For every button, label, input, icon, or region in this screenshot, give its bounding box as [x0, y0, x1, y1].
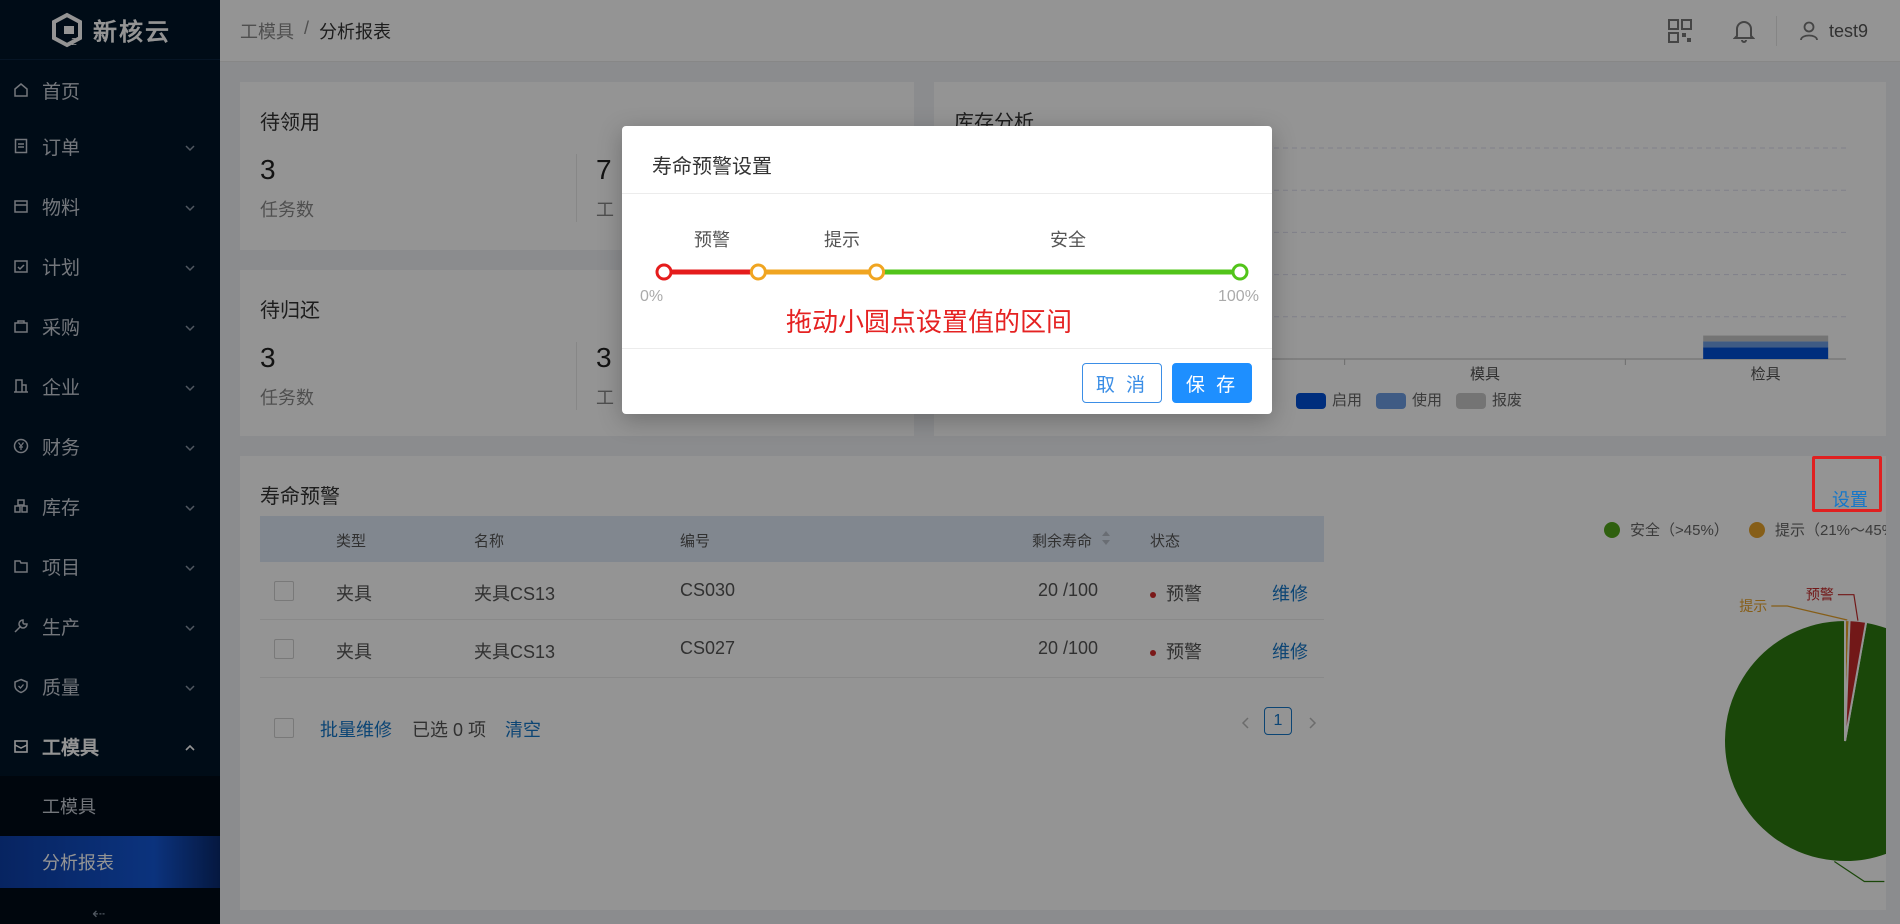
- dialog-footer: 取 消 保 存: [622, 348, 1272, 414]
- range-label-notice: 提示: [824, 230, 860, 250]
- dialog-title: 寿命预警设置: [622, 126, 1272, 194]
- max-percent-label: 100%: [1218, 288, 1259, 305]
- save-button[interactable]: 保 存: [1172, 363, 1252, 403]
- range-label-safe: 安全: [1050, 230, 1086, 250]
- threshold-range-slider[interactable]: [622, 256, 1272, 296]
- range-handle[interactable]: [655, 263, 673, 281]
- min-percent-label: 0%: [640, 288, 664, 305]
- range-handle[interactable]: [749, 263, 767, 281]
- cancel-button[interactable]: 取 消: [1082, 363, 1162, 403]
- range-handle[interactable]: [1231, 263, 1249, 281]
- range-label-warning: 预警: [694, 230, 730, 250]
- settings-link[interactable]: 设置: [1832, 486, 1868, 512]
- slider-hint-text: 拖动小圆点设置值的区间: [786, 307, 1073, 337]
- range-handle[interactable]: [868, 263, 886, 281]
- life-warning-settings-dialog: 寿命预警设置 预警 提示 安全 0% 100% 拖动小圆点设置值的区间 取 消 …: [622, 126, 1272, 414]
